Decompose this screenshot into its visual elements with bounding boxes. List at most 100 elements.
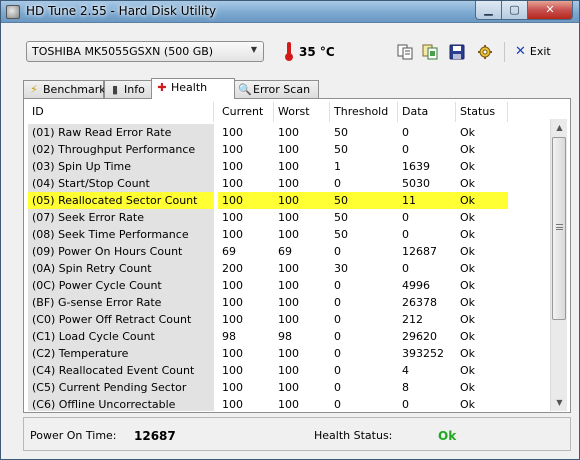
raw-data-value: 0 xyxy=(402,262,409,275)
attribute-id: (07) Seek Error Rate xyxy=(28,209,214,226)
table-row[interactable]: (09) Power On Hours Count 69 69 0 12687 Ok xyxy=(28,243,548,260)
current-value: 100 xyxy=(222,381,243,394)
table-row[interactable]: (C1) Load Cycle Count 98 98 0 29620 Ok xyxy=(28,328,548,345)
status-value: Ok xyxy=(460,398,476,411)
current-value: 100 xyxy=(222,143,243,156)
attribute-id: (C0) Power Off Retract Count xyxy=(28,311,214,328)
options-icon[interactable] xyxy=(477,44,493,60)
vertical-scrollbar[interactable]: ▲ ▼ xyxy=(550,119,567,411)
maximize-button[interactable]: ▢ xyxy=(501,1,528,20)
status-value: Ok xyxy=(460,143,476,156)
attribute-id: (0A) Spin Retry Count xyxy=(28,260,214,277)
health-status-label: Health Status: xyxy=(314,429,393,442)
copy-screenshot-icon[interactable] xyxy=(422,44,438,60)
status-value: Ok xyxy=(460,245,476,258)
threshold-value: 0 xyxy=(334,245,341,258)
attribute-id: (03) Spin Up Time xyxy=(28,158,214,175)
app-window: HD Tune 2.55 - Hard Disk Utility ▁ ▢ ✕ T… xyxy=(0,0,580,460)
threshold-value: 0 xyxy=(334,347,341,360)
raw-data-value: 0 xyxy=(402,143,409,156)
raw-data-value: 12687 xyxy=(402,245,437,258)
table-row[interactable]: (03) Spin Up Time 100 100 1 1639 Ok xyxy=(28,158,548,175)
thermometer-icon xyxy=(285,42,293,62)
health-status-value: Ok xyxy=(438,429,457,443)
column-header-data[interactable]: Data xyxy=(398,102,456,122)
table-row[interactable]: (C5) Current Pending Sector 100 100 0 8 Ok xyxy=(28,379,548,396)
window-title: HD Tune 2.55 - Hard Disk Utility xyxy=(26,4,217,18)
table-row[interactable]: (02) Throughput Performance 100 100 50 0 Ok xyxy=(28,141,548,158)
attribute-id: (01) Raw Read Error Rate xyxy=(28,124,214,141)
worst-value: 100 xyxy=(278,126,299,139)
table-row[interactable]: (C0) Power Off Retract Count 100 100 0 212 Ok xyxy=(28,311,548,328)
save-icon[interactable] xyxy=(449,44,465,60)
worst-value: 100 xyxy=(278,160,299,173)
attribute-id: (C4) Reallocated Event Count xyxy=(28,362,214,379)
column-header-worst[interactable]: Worst xyxy=(274,102,330,122)
current-value: 100 xyxy=(218,192,274,209)
drive-select[interactable]: TOSHIBA MK5055GSXN (500 GB) ▼ xyxy=(26,41,264,62)
table-row[interactable]: (05) Reallocated Sector Count 100 100 50 11 O… xyxy=(28,192,548,209)
health-panel: ID Current Worst Threshold Data Status (… xyxy=(23,98,571,413)
info-icon: ▮ xyxy=(111,83,119,96)
current-value: 100 xyxy=(222,279,243,292)
column-header-id[interactable]: ID xyxy=(28,102,214,122)
tab-error-scan[interactable]: 🔍Error Scan xyxy=(233,80,319,98)
tab-benchmark[interactable]: ⚡ Benchmark xyxy=(23,80,106,98)
worst-value: 100 xyxy=(278,296,299,309)
threshold-value: 0 xyxy=(334,313,341,326)
exit-button[interactable]: ✕ Exit xyxy=(515,44,551,59)
table-row[interactable]: (C6) Offline Uncorrectable 100 100 0 0 Ok xyxy=(28,396,548,411)
minimize-button[interactable]: ▁ xyxy=(475,1,502,20)
worst-value: 98 xyxy=(278,330,292,343)
worst-value: 100 xyxy=(278,211,299,224)
table-row[interactable]: (0C) Power Cycle Count 100 100 0 4996 Ok xyxy=(28,277,548,294)
threshold-value: 50 xyxy=(334,126,348,139)
current-value: 98 xyxy=(222,330,236,343)
attribute-id: (C2) Temperature xyxy=(28,345,214,362)
status-value: Ok xyxy=(460,381,476,394)
table-row[interactable]: (01) Raw Read Error Rate 100 100 50 0 Ok xyxy=(28,124,548,141)
status-value: Ok xyxy=(460,262,476,275)
title-bar[interactable]: HD Tune 2.55 - Hard Disk Utility ▁ ▢ ✕ xyxy=(1,1,579,23)
attribute-id: (0C) Power Cycle Count xyxy=(28,277,214,294)
close-button[interactable]: ✕ xyxy=(527,1,573,20)
worst-value: 100 xyxy=(278,347,299,360)
health-icon: ✚ xyxy=(157,81,167,94)
raw-data-value: 5030 xyxy=(402,177,430,190)
threshold-value: 1 xyxy=(334,160,341,173)
column-header-threshold[interactable]: Threshold xyxy=(330,102,398,122)
column-header-current[interactable]: Current xyxy=(218,102,274,122)
benchmark-icon: ⚡ xyxy=(30,83,38,96)
toolbar: TOSHIBA MK5055GSXN (500 GB) ▼ 35 °C ✕ Ex… xyxy=(1,24,579,74)
table-row[interactable]: (0A) Spin Retry Count 200 100 30 0 Ok xyxy=(28,260,548,277)
table-row[interactable]: (C2) Temperature 100 100 0 393252 Ok xyxy=(28,345,548,362)
column-header-status[interactable]: Status xyxy=(456,102,508,122)
worst-value: 100 xyxy=(278,381,299,394)
threshold-value: 0 xyxy=(334,398,341,411)
table-row[interactable]: (07) Seek Error Rate 100 100 50 0 Ok xyxy=(28,209,548,226)
table-row[interactable]: (BF) G-sense Error Rate 100 100 0 26378 Ok xyxy=(28,294,548,311)
table-row[interactable]: (C4) Reallocated Event Count 100 100 0 4 Ok xyxy=(28,362,548,379)
status-value: Ok xyxy=(460,177,476,190)
threshold-value: 0 xyxy=(334,177,341,190)
scrollbar-thumb[interactable] xyxy=(552,137,566,320)
table-row[interactable]: (08) Seek Time Performance 100 100 50 0 Ok xyxy=(28,226,548,243)
copy-text-icon[interactable] xyxy=(397,44,413,60)
attribute-id: (C6) Offline Uncorrectable xyxy=(28,396,214,411)
current-value: 100 xyxy=(222,126,243,139)
table-row[interactable]: (04) Start/Stop Count 100 100 0 5030 Ok xyxy=(28,175,548,192)
threshold-value: 50 xyxy=(334,228,348,241)
scroll-down-icon[interactable]: ▼ xyxy=(551,394,568,411)
app-icon xyxy=(6,5,20,19)
status-value: Ok xyxy=(460,296,476,309)
worst-value: 100 xyxy=(278,177,299,190)
current-value: 69 xyxy=(222,245,236,258)
scroll-up-icon[interactable]: ▲ xyxy=(551,119,568,136)
worst-value: 100 xyxy=(278,364,299,377)
attribute-id: (02) Throughput Performance xyxy=(28,141,214,158)
raw-data-value: 29620 xyxy=(402,330,437,343)
threshold-value: 50 xyxy=(334,211,348,224)
tab-health[interactable]: ✚ Health xyxy=(151,78,235,99)
worst-value: 100 xyxy=(278,279,299,292)
power-on-time-label: Power On Time: xyxy=(30,429,117,442)
